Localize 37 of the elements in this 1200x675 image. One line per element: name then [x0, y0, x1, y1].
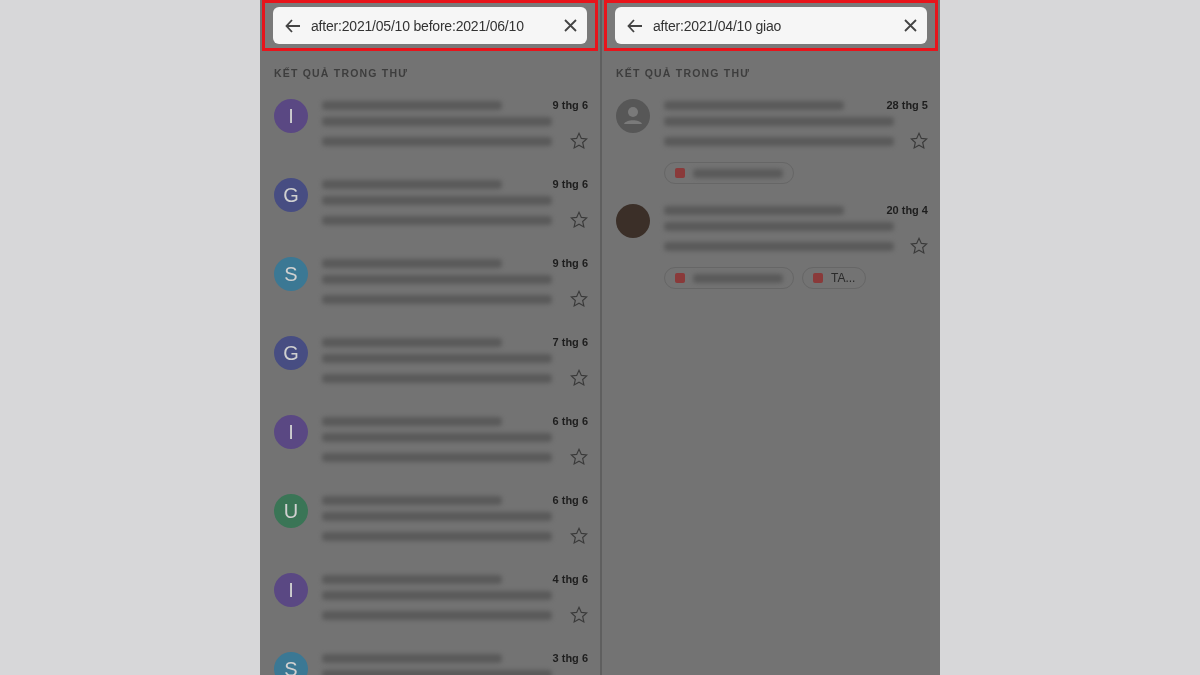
back-arrow-icon[interactable]	[285, 17, 301, 34]
star-icon[interactable]	[570, 211, 588, 229]
search-query[interactable]: after:2021/04/10 giao	[653, 17, 894, 34]
avatar-letter: I	[274, 99, 308, 133]
email-date: 28 thg 5	[886, 99, 928, 111]
star-icon[interactable]	[570, 527, 588, 545]
email-date: 9 thg 6	[552, 178, 588, 190]
email-date: 3 thg 6	[552, 652, 588, 664]
avatar-letter: S	[274, 257, 308, 291]
star-icon[interactable]	[570, 606, 588, 624]
search-field[interactable]: after:2021/04/10 giao	[615, 7, 927, 44]
avatar-letter: I	[274, 415, 308, 449]
email-date: 20 thg 4	[886, 204, 928, 216]
avatar-letter: S	[274, 652, 308, 675]
close-icon[interactable]	[904, 19, 917, 32]
star-icon[interactable]	[570, 369, 588, 387]
avatar-letter: I	[274, 573, 308, 607]
star-icon[interactable]	[570, 448, 588, 466]
star-icon[interactable]	[910, 132, 928, 150]
photo-placeholder	[616, 204, 650, 238]
back-arrow-icon[interactable]	[627, 17, 643, 34]
star-icon[interactable]	[910, 237, 928, 255]
avatar-letter: U	[274, 494, 308, 528]
star-icon[interactable]	[570, 132, 588, 150]
email-date: 6 thg 6	[552, 415, 588, 427]
email-date: 6 thg 6	[552, 494, 588, 506]
close-icon[interactable]	[564, 19, 577, 32]
email-date: 9 thg 6	[552, 257, 588, 269]
search-field[interactable]: after:2021/05/10 before:2021/06/10	[273, 7, 587, 44]
avatar-letter: G	[274, 336, 308, 370]
avatar-letter: G	[274, 178, 308, 212]
email-date: 4 thg 6	[552, 573, 588, 585]
email-date: 9 thg 6	[552, 99, 588, 111]
search-query[interactable]: after:2021/05/10 before:2021/06/10	[311, 17, 554, 34]
person-avatar-icon	[616, 99, 650, 133]
star-icon[interactable]	[570, 290, 588, 308]
email-date: 7 thg 6	[552, 336, 588, 348]
